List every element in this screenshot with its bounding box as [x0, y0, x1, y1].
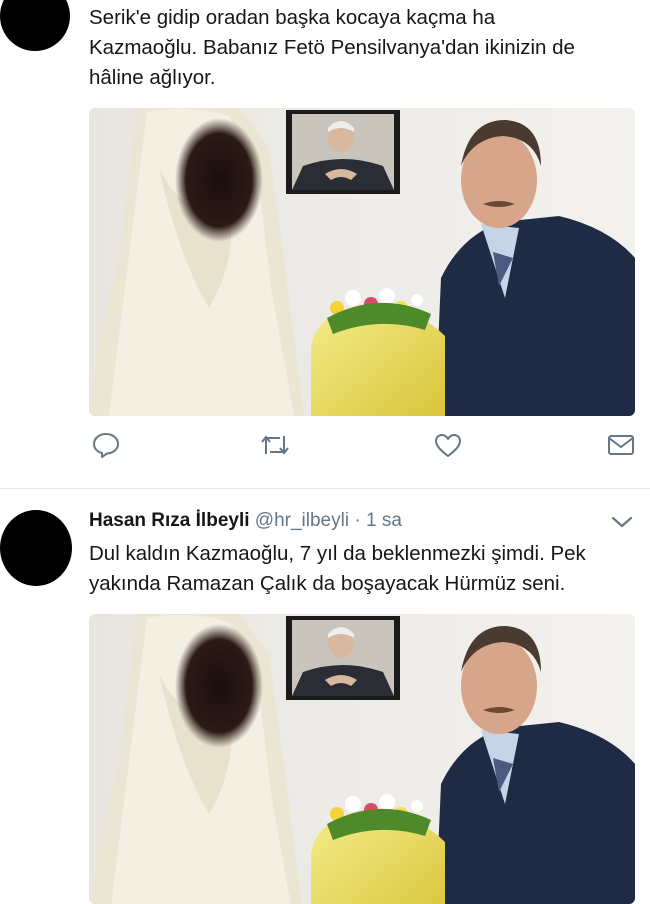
photo-image — [89, 108, 635, 416]
tweet-text-line: hâline ağlıyor. — [89, 66, 216, 89]
tweet-photo[interactable] — [89, 614, 635, 904]
tweet-text-line: Kazmaoğlu. Babanız Fetö Pensilvanya'dan … — [89, 36, 575, 59]
author-name[interactable]: Hasan Rıza İlbeyli — [89, 510, 250, 531]
separator-dot: · — [354, 510, 361, 531]
tweet-divider — [0, 488, 650, 489]
retweet-icon[interactable] — [258, 428, 292, 462]
tweet-timestamp[interactable]: 1 sa — [366, 510, 402, 531]
tweet-actions — [89, 428, 635, 468]
tweet-header: Hasan Rıza İlbeyli @hr_ilbeyli · 1 sa — [89, 508, 402, 534]
like-icon[interactable] — [431, 428, 465, 462]
reply-icon[interactable] — [89, 428, 123, 462]
tweet-text-line: yakında Ramazan Çalık da boşayacak Hürmü… — [89, 572, 566, 595]
photo-image — [89, 614, 635, 904]
tweet-photo[interactable] — [89, 108, 635, 416]
message-icon[interactable] — [604, 428, 638, 462]
tweet-text-line: Serik'e gidip oradan başka kocaya kaçma … — [89, 6, 496, 29]
tweet-text-line: Dul kaldın Kazmaoğlu, 7 yıl da beklenmez… — [89, 542, 586, 565]
avatar[interactable] — [0, 510, 72, 586]
author-handle[interactable]: @hr_ilbeyli — [255, 510, 349, 531]
chevron-down-icon[interactable] — [609, 510, 635, 534]
avatar[interactable] — [0, 0, 70, 51]
